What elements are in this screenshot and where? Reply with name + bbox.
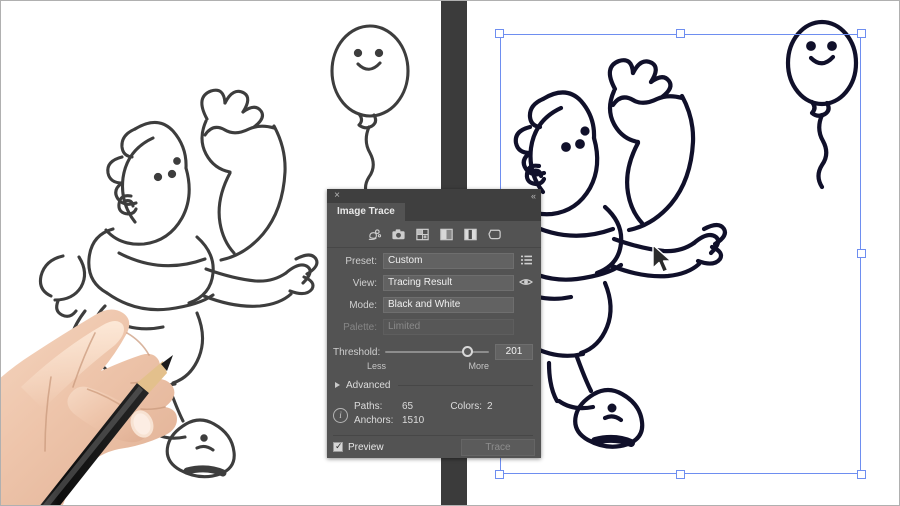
photo-hand-with-pencil — [1, 237, 251, 505]
threshold-scale: Less More — [367, 361, 489, 371]
mode-label: Mode: — [349, 299, 377, 311]
panel-footer: ✓ Preview Trace — [327, 436, 541, 458]
disclosure-triangle-icon[interactable] — [335, 382, 340, 388]
advanced-label[interactable]: Advanced — [346, 380, 390, 391]
trace-info-block: i Paths: 65 Colors: 2 Anchors: 1510 — [333, 400, 533, 436]
palette-dropdown: Limited — [383, 319, 514, 335]
panel-body: Preset: Custom View: Tracing Result Mode… — [327, 221, 541, 458]
colors-label: Colors: — [450, 401, 482, 412]
advanced-row[interactable]: Advanced — [335, 377, 533, 393]
mouse-cursor — [651, 244, 675, 281]
info-icon: i — [333, 408, 348, 423]
preview-label[interactable]: Preview — [348, 442, 384, 453]
eye-icon[interactable] — [519, 277, 533, 290]
paths-label: Paths: — [354, 401, 383, 412]
anchors-value: 1510 — [402, 415, 425, 426]
grayscale-icon[interactable] — [439, 227, 454, 242]
close-icon[interactable]: × — [332, 191, 342, 201]
outline-icon[interactable] — [487, 227, 502, 242]
threshold-row: Threshold: 201 — [333, 344, 533, 360]
panel-titlebar: × « — [327, 189, 541, 203]
colors-value: 2 — [487, 401, 493, 412]
threshold-slider-knob[interactable] — [462, 346, 474, 357]
anchors-line: Anchors: 1510 — [354, 414, 533, 428]
trace-button[interactable]: Trace — [461, 438, 535, 456]
preview-checkbox[interactable]: ✓ — [333, 442, 343, 452]
view-label: View: — [352, 277, 377, 289]
mode-row: Mode: Black and White — [333, 296, 533, 314]
high-color-photo-icon[interactable] — [391, 227, 406, 242]
mode-dropdown[interactable]: Black and White — [383, 297, 514, 313]
threshold-more-label: More — [468, 361, 489, 371]
tab-image-trace[interactable]: Image Trace — [327, 203, 405, 221]
image-trace-panel[interactable]: × « Image Trace Preset: Custom View: Tra… — [327, 189, 541, 458]
black-and-white-icon[interactable] — [463, 227, 478, 242]
advanced-divider — [398, 384, 533, 386]
preset-row: Preset: Custom — [333, 252, 533, 270]
preset-label: Preset: — [345, 255, 377, 267]
paths-line: Paths: 65 Colors: 2 — [354, 400, 533, 414]
view-dropdown[interactable]: Tracing Result — [383, 275, 514, 291]
preset-dropdown[interactable]: Custom — [383, 253, 514, 269]
threshold-slider-track — [385, 351, 489, 353]
palette-label: Palette: — [343, 321, 377, 333]
palette-row: Palette: Limited — [333, 318, 533, 336]
checkmark-icon: ✓ — [335, 441, 343, 451]
collapse-panel-icon[interactable]: « — [531, 191, 536, 201]
low-color-icon[interactable] — [415, 227, 430, 242]
paths-value: 65 — [402, 401, 414, 412]
threshold-value-input[interactable]: 201 — [495, 344, 533, 360]
anchors-label: Anchors: — [354, 415, 394, 426]
screenshot-root: × « Image Trace Preset: Custom View: Tra… — [0, 0, 900, 506]
trace-mode-icon-row — [327, 221, 541, 248]
auto-color-icon[interactable] — [367, 227, 382, 242]
threshold-less-label: Less — [367, 361, 387, 371]
view-row: View: Tracing Result — [333, 274, 533, 292]
threshold-label: Threshold: — [333, 346, 381, 358]
panel-tabbar: Image Trace — [327, 203, 541, 221]
info-grid: Paths: 65 Colors: 2 Anchors: 1510 — [354, 400, 533, 428]
preset-menu-icon[interactable] — [519, 255, 533, 268]
threshold-slider[interactable] — [385, 344, 489, 360]
